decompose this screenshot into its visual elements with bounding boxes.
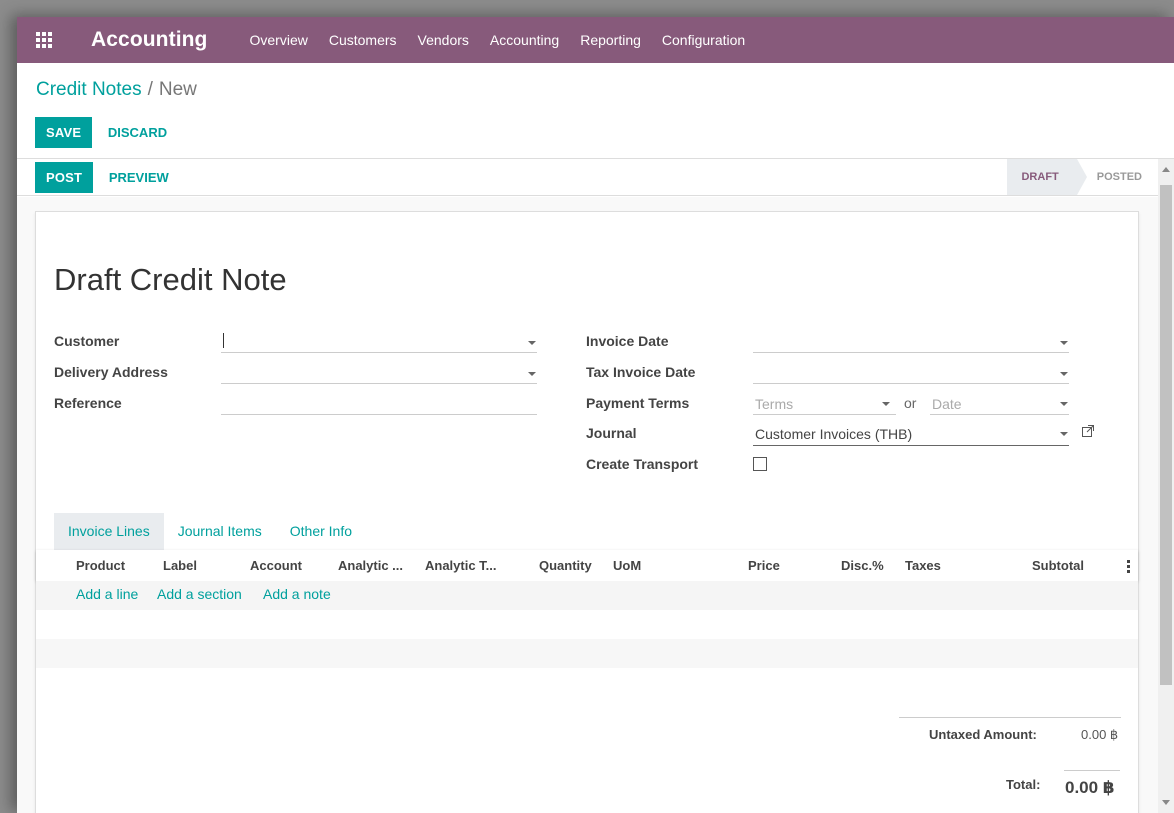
caret-down-icon[interactable] <box>1060 432 1068 436</box>
caret-down-icon[interactable] <box>1060 372 1068 376</box>
save-button[interactable]: SAVE <box>35 117 93 148</box>
delivery-address-label: Delivery Address <box>54 364 168 380</box>
add-note-link[interactable]: Add a note <box>263 586 331 602</box>
col-product[interactable]: Product <box>76 558 125 573</box>
tab-invoice-lines[interactable]: Invoice Lines <box>54 513 164 550</box>
lines-table-header: Product Label Account Analytic ... Analy… <box>36 550 1138 581</box>
table-row <box>36 610 1138 639</box>
breadcrumb-separator: / <box>147 79 153 100</box>
top-navbar: Accounting Overview Customers Vendors Ac… <box>17 17 1174 63</box>
or-text: or <box>904 395 917 411</box>
col-subtotal[interactable]: Subtotal <box>1032 558 1084 573</box>
col-taxes[interactable]: Taxes <box>905 558 941 573</box>
form-background: Draft Credit Note Customer Delivery Addr… <box>17 197 1158 813</box>
optional-columns-icon[interactable] <box>1127 560 1130 575</box>
totals-divider <box>899 717 1121 718</box>
col-account[interactable]: Account <box>250 558 302 573</box>
col-analytic-tags[interactable]: Analytic T... <box>425 558 497 573</box>
menu-reporting[interactable]: Reporting <box>580 32 641 48</box>
payment-terms-label: Payment Terms <box>586 395 690 411</box>
journal-value: Customer Invoices (THB) <box>755 426 913 442</box>
scroll-down-arrow-icon[interactable] <box>1162 800 1170 805</box>
caret-down-icon[interactable] <box>528 341 536 345</box>
reference-field[interactable] <box>221 393 537 415</box>
stage-draft: DRAFT <box>1007 159 1088 195</box>
reference-label: Reference <box>54 395 122 411</box>
customer-label: Customer <box>54 333 120 349</box>
apps-grid-icon[interactable] <box>36 31 53 49</box>
tab-other-info[interactable]: Other Info <box>276 513 366 550</box>
status-bar: POST PREVIEW DRAFT POSTED <box>17 159 1174 196</box>
menu-customers[interactable]: Customers <box>329 32 397 48</box>
caret-down-icon[interactable] <box>882 402 890 406</box>
col-discount[interactable]: Disc.% <box>841 558 884 573</box>
date-placeholder: Date <box>932 396 962 412</box>
create-transport-checkbox[interactable] <box>753 457 767 471</box>
customer-field[interactable] <box>221 331 537 353</box>
caret-down-icon[interactable] <box>1060 341 1068 345</box>
status-stages: DRAFT POSTED <box>1007 159 1156 195</box>
col-analytic-account[interactable]: Analytic ... <box>338 558 403 573</box>
create-transport-label: Create Transport <box>586 456 699 472</box>
menu-overview[interactable]: Overview <box>250 32 308 48</box>
breadcrumb-current: New <box>158 79 197 100</box>
total-label: Total: <box>1006 777 1041 792</box>
control-panel: Credit Notes / New SAVE DISCARD <box>17 63 1174 159</box>
add-line-link[interactable]: Add a line <box>76 586 138 602</box>
total-value: 0.00 ฿ <box>1065 778 1115 797</box>
untaxed-amount-value: 0.00 ฿ <box>1081 727 1119 742</box>
app-name[interactable]: Accounting <box>91 28 208 52</box>
stage-posted[interactable]: POSTED <box>1077 159 1156 195</box>
scroll-up-arrow-icon[interactable] <box>1162 167 1170 172</box>
untaxed-amount-label: Untaxed Amount: <box>929 727 1037 742</box>
delivery-address-field[interactable] <box>221 362 537 384</box>
scrollbar-thumb[interactable] <box>1160 185 1172 685</box>
tax-invoice-date-field[interactable] <box>753 362 1069 384</box>
discard-button[interactable]: DISCARD <box>100 117 175 148</box>
journal-label: Journal <box>586 425 637 441</box>
menu-configuration[interactable]: Configuration <box>662 32 745 48</box>
caret-down-icon[interactable] <box>1060 402 1068 406</box>
col-uom[interactable]: UoM <box>613 558 641 573</box>
add-row: Add a line Add a section Add a note <box>36 581 1138 610</box>
app-window: Accounting Overview Customers Vendors Ac… <box>17 17 1174 813</box>
invoice-date-field[interactable] <box>753 331 1069 353</box>
table-row <box>36 639 1138 668</box>
text-cursor <box>223 333 224 348</box>
post-button[interactable]: POST <box>35 162 94 193</box>
menu-vendors[interactable]: Vendors <box>418 32 469 48</box>
col-price[interactable]: Price <box>748 558 780 573</box>
col-label[interactable]: Label <box>163 558 197 573</box>
tax-invoice-date-label: Tax Invoice Date <box>586 364 696 380</box>
breadcrumb-credit-notes[interactable]: Credit Notes <box>36 79 142 100</box>
preview-button[interactable]: PREVIEW <box>101 162 177 193</box>
invoice-date-label: Invoice Date <box>586 333 669 349</box>
caret-down-icon[interactable] <box>528 372 536 376</box>
add-section-link[interactable]: Add a section <box>157 586 242 602</box>
breadcrumb: Credit Notes / New <box>36 79 197 101</box>
notebook-tabs: Invoice Lines Journal Items Other Info <box>54 513 366 550</box>
menu-accounting[interactable]: Accounting <box>490 32 559 48</box>
total-divider <box>1064 770 1120 771</box>
terms-placeholder: Terms <box>755 396 794 412</box>
tab-journal-items[interactable]: Journal Items <box>164 513 276 550</box>
vertical-scrollbar[interactable] <box>1158 159 1174 813</box>
form-title: Draft Credit Note <box>54 262 287 297</box>
external-link-icon[interactable] <box>1082 425 1094 437</box>
col-quantity[interactable]: Quantity <box>539 558 592 573</box>
form-sheet: Draft Credit Note Customer Delivery Addr… <box>35 211 1139 813</box>
